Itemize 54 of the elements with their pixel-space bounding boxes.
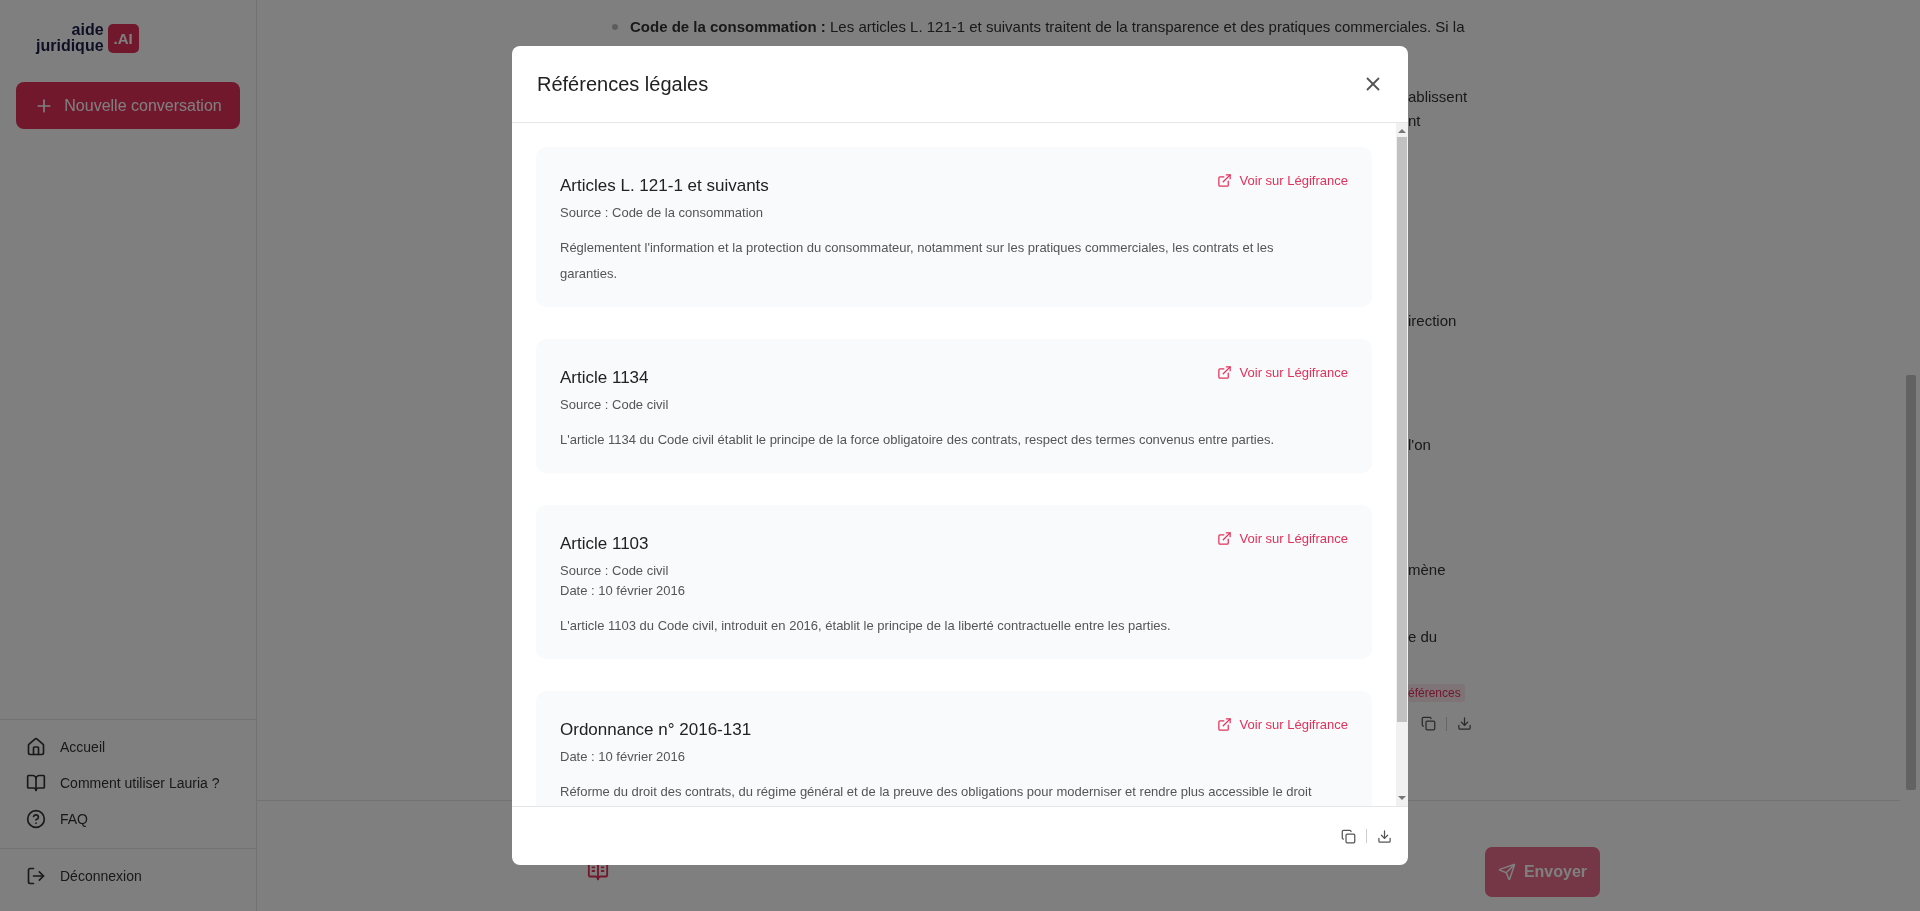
answer-text: ablissent <box>1408 87 1469 107</box>
reference-title: Articles L. 121-1 et suivants <box>560 175 769 197</box>
send-icon <box>1497 863 1516 881</box>
reference-source: Source : Code de la consommation <box>560 204 765 222</box>
reference-source: Source : Code civil <box>560 396 670 414</box>
bullet-dot <box>612 24 618 30</box>
external-link-icon <box>1216 717 1232 732</box>
nav-link[interactable]: FAQ <box>26 808 230 830</box>
reference-description: Réforme du droit des contrats, du régime général et de la preuve des obligations pour moderniser et rendre plus accessible le droit <box>560 783 1313 801</box>
answer-text: Code de la consommation : Les articles L. 121-1 et suivants traitent de la transparence et des pratiques commerciales. Si la <box>630 17 1465 37</box>
scrollbar-thumb[interactable] <box>1906 375 1916 790</box>
legifrance-link[interactable]: Voir sur Légifrance <box>1216 717 1348 732</box>
external-link-icon <box>1216 531 1232 546</box>
send-button[interactable]: Envoyer <box>1485 847 1600 897</box>
external-link-icon <box>1216 365 1232 380</box>
dialog-title: Références légales <box>537 72 709 96</box>
reference-description: L'article 1103 du Code civil, introduit en 2016, établit le principe de la liberté contractuelle entre les parties. <box>560 617 1172 635</box>
legifrance-link[interactable]: Voir sur Légifrance <box>1216 531 1348 546</box>
book-icon <box>26 773 46 793</box>
reference-description: L'article 1134 du Code civil établit le principe de la force obligatoire des contrats, respect des termes convenus entre parties. <box>560 431 1276 449</box>
legifrance-link[interactable]: Voir sur Légifrance <box>1216 365 1348 380</box>
answer-text: nt <box>1408 111 1422 131</box>
logo-badge: .AI <box>107 23 139 53</box>
help-icon <box>26 809 46 829</box>
reference-title: Article 1134 <box>560 367 649 389</box>
nav-link[interactable]: Accueil <box>26 736 230 758</box>
download-icon[interactable] <box>1457 716 1472 731</box>
legifrance-link[interactable]: Voir sur Légifrance <box>1216 173 1348 188</box>
logo-text: aide <box>71 22 104 38</box>
scroll-down-icon[interactable] <box>1398 796 1406 800</box>
answer-text: l'on <box>1408 435 1432 455</box>
copy-icon[interactable] <box>1421 716 1436 731</box>
logo-text: juridique <box>36 38 104 54</box>
external-link-icon <box>1216 173 1232 188</box>
copy-button[interactable] <box>1341 828 1356 844</box>
logout-icon <box>26 866 46 886</box>
reference-source: Source : Code civil <box>560 562 670 580</box>
download-button[interactable] <box>1377 828 1392 844</box>
new-conversation-button[interactable]: Nouvelle conversation <box>16 82 240 129</box>
answer-text: irection <box>1408 311 1458 331</box>
home-icon <box>26 737 46 757</box>
reference-title: Ordonnance n° 2016-131 <box>560 719 752 741</box>
reference-date: Date : 10 février 2016 <box>560 582 687 600</box>
answer-text: mène <box>1408 560 1447 580</box>
references-tag[interactable]: éférences <box>1408 684 1465 702</box>
reference-date: Date : 10 février 2016 <box>560 748 687 766</box>
logout-link[interactable]: Déconnexion <box>16 849 240 911</box>
nav-link[interactable]: Comment utiliser Lauria ? <box>26 772 230 794</box>
scrollbar[interactable] <box>1396 123 1408 806</box>
answer-text: e du <box>1408 627 1439 647</box>
reference-title: Article 1103 <box>560 533 649 555</box>
scrollbar-thumb[interactable] <box>1397 137 1407 722</box>
scroll-up-icon[interactable] <box>1398 129 1406 133</box>
reference-description: Réglementent l'information et la protection du consommateur, notamment sur les pratiques commerciales, les contrats et les garanties. <box>560 239 1275 283</box>
